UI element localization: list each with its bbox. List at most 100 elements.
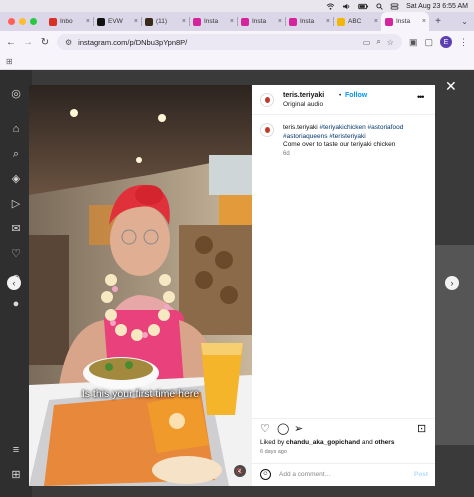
liked-by-and: and: [361, 439, 373, 446]
more-menu-icon[interactable]: ≡: [10, 444, 22, 456]
browser-tab[interactable]: (11) ×: [141, 12, 189, 31]
post-caption: teris.teriyaki #teriyakichicken #astoria…: [283, 124, 428, 150]
tab-search-chevron-icon[interactable]: ⌄: [461, 17, 468, 26]
caption-avatar[interactable]: [260, 123, 274, 137]
close-icon[interactable]: ✕: [445, 78, 457, 95]
tab-close-icon[interactable]: ×: [134, 18, 138, 25]
notifications-heart-icon[interactable]: ♡: [10, 248, 22, 260]
address-bar[interactable]: ⚙ instagram.com/p/DNbu3pYpn8P/ ▭ ⌕ ☆: [57, 34, 402, 50]
tab-close-icon[interactable]: ×: [230, 18, 234, 25]
comment-input[interactable]: Add a comment…: [279, 471, 331, 478]
liked-by-prefix: Liked by: [260, 439, 285, 446]
author-username[interactable]: teris.teriyaki: [283, 92, 324, 99]
browser-tab[interactable]: Insta ×: [189, 12, 237, 31]
zoom-icon[interactable]: ⌕: [376, 37, 380, 47]
instagram-icon: [385, 17, 393, 26]
caption-text: Come over to taste our teriyaki chicken: [283, 141, 396, 148]
comment-bar: ☺ Add a comment… Post: [252, 463, 435, 486]
reels-icon[interactable]: ▷: [10, 198, 22, 210]
home-icon[interactable]: ⌂: [10, 123, 22, 135]
new-tab-button[interactable]: +: [431, 16, 445, 27]
explore-icon[interactable]: ◈: [10, 173, 22, 185]
instagram-icon: [193, 17, 201, 26]
battery-icon[interactable]: [358, 0, 369, 12]
post-comment-button[interactable]: Post: [414, 471, 428, 478]
browser-toolbar: ← → ↻ ⚙ instagram.com/p/DNbu3pYpn8P/ ▭ ⌕…: [0, 31, 474, 53]
browser-tab[interactable]: EVW ×: [93, 12, 141, 31]
post-video[interactable]: Is this your first time here 🔇: [29, 85, 252, 486]
tab-close-icon[interactable]: ×: [326, 18, 330, 25]
reload-button[interactable]: ↻: [40, 37, 50, 48]
zoom-window-button[interactable]: [30, 18, 37, 25]
profile-avatar[interactable]: E: [440, 36, 452, 48]
tab-label: Insta: [204, 18, 219, 25]
search-icon[interactable]: [376, 0, 383, 12]
sidepanel-icon[interactable]: ▣: [409, 37, 418, 48]
browser-tab[interactable]: ABC ×: [333, 12, 381, 31]
back-button[interactable]: ←: [6, 37, 16, 48]
screen: Sat Aug 23 6:55 AM Inbo × EVW × (11) × Insta × I…: [0, 0, 474, 497]
previous-post-button[interactable]: ‹: [7, 276, 21, 290]
site-info-icon[interactable]: ⚙: [65, 38, 72, 47]
tab-strip: Inbo × EVW × (11) × Insta × Insta × Insta × ABC × Inst…: [0, 12, 474, 31]
tab-label: Insta: [396, 18, 411, 25]
cast-icon[interactable]: ▭: [363, 38, 371, 47]
tab-label: Insta: [300, 18, 315, 25]
url-text[interactable]: instagram.com/p/DNbu3pYpn8P/: [78, 38, 357, 47]
browser-menu-icon[interactable]: ⋮: [459, 37, 468, 48]
tab-label: (11): [156, 18, 168, 25]
window-controls: [0, 18, 45, 25]
tab-label: Insta: [252, 18, 267, 25]
browser-tab[interactable]: Insta ×: [381, 12, 429, 31]
profile-nav-icon[interactable]: ●: [10, 298, 22, 310]
close-window-button[interactable]: [8, 18, 15, 25]
browser-tab[interactable]: Insta ×: [237, 12, 285, 31]
liked-by-text: Liked by chandu_aka_gopichand and others: [260, 439, 394, 446]
separator-dot: •: [339, 92, 342, 99]
tab-label: ABC: [348, 18, 362, 25]
post-actions: ♡ ◯ ➢ ⊡: [252, 418, 435, 438]
caption-username[interactable]: teris.teriyaki: [283, 124, 318, 131]
share-send-icon[interactable]: ➢: [294, 422, 303, 435]
instagram-logo-icon[interactable]: ◎: [10, 88, 22, 100]
video-frame-illustration: [29, 85, 252, 486]
forward-button[interactable]: →: [23, 37, 33, 48]
more-options-icon[interactable]: •••: [417, 92, 425, 102]
tab-close-icon[interactable]: ×: [86, 18, 90, 25]
tab-close-icon[interactable]: ×: [374, 18, 378, 25]
tab-list: Inbo × EVW × (11) × Insta × Insta × Insta × ABC × Inst…: [45, 12, 429, 31]
site-icon: [337, 17, 345, 26]
bookmarks-bar: ⊞: [0, 53, 474, 70]
search-nav-icon[interactable]: ⌕: [10, 148, 22, 160]
background-grid-thumbnail: [435, 245, 474, 445]
liked-by-others[interactable]: others: [375, 439, 395, 446]
extensions-icon[interactable]: ▢: [424, 37, 433, 48]
menubar-clock[interactable]: Sat Aug 23 6:55 AM: [406, 0, 468, 12]
like-heart-icon[interactable]: ♡: [260, 422, 270, 435]
video-subtitle: Is this your first time here: [81, 388, 200, 400]
control-center-icon[interactable]: [390, 0, 399, 12]
wifi-icon[interactable]: [326, 0, 335, 12]
instagram-icon: [241, 17, 249, 26]
browser-tab[interactable]: Insta ×: [285, 12, 333, 31]
next-post-button[interactable]: ›: [445, 276, 459, 290]
bookmark-star-icon[interactable]: ☆: [387, 38, 394, 47]
post-timestamp[interactable]: 6 days ago: [260, 449, 287, 455]
minimize-window-button[interactable]: [19, 18, 26, 25]
save-bookmark-icon[interactable]: ⊡: [417, 422, 426, 435]
comment-icon[interactable]: ◯: [277, 422, 289, 435]
also-from-meta-icon[interactable]: ⊞: [10, 469, 22, 481]
messages-icon[interactable]: ✉: [10, 223, 22, 235]
follow-button[interactable]: Follow: [345, 92, 367, 99]
browser-tab[interactable]: Inbo ×: [45, 12, 93, 31]
tab-close-icon[interactable]: ×: [422, 18, 426, 25]
tab-close-icon[interactable]: ×: [182, 18, 186, 25]
apps-grid-icon[interactable]: ⊞: [6, 58, 14, 66]
author-avatar[interactable]: [260, 93, 274, 107]
emoji-picker-icon[interactable]: ☺: [260, 469, 271, 480]
tab-close-icon[interactable]: ×: [278, 18, 282, 25]
volume-icon[interactable]: [342, 0, 351, 12]
liked-by-user[interactable]: chandu_aka_gopichand: [286, 439, 360, 446]
mute-toggle-icon[interactable]: 🔇: [234, 465, 246, 477]
audio-link[interactable]: Original audio: [283, 101, 323, 108]
